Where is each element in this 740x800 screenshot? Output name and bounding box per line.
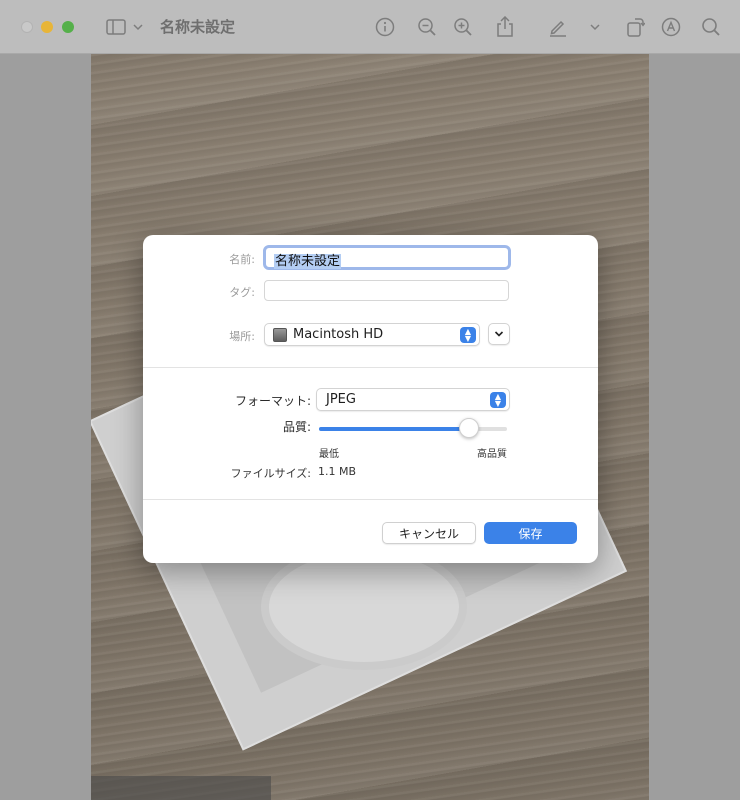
location-value: Macintosh HD [293,327,384,342]
quality-min-label: 最低 [319,449,339,460]
name-value: 名称未設定 [274,254,342,269]
sidebar-icon[interactable] [105,14,127,40]
info-icon[interactable] [374,14,396,40]
expand-button[interactable] [488,323,510,345]
name-field[interactable]: 名称未設定 [263,245,511,270]
minimize-window-button[interactable] [41,21,53,33]
tag-field[interactable] [264,280,509,301]
floor-shadow [91,776,271,800]
hard-disk-icon [273,327,287,342]
markup-pen-icon[interactable] [547,14,569,40]
format-value: JPEG [326,392,356,407]
quality-label: 品質: [282,420,311,434]
divider [143,499,598,500]
save-dialog: 名前: 名称未設定 タグ: 場所: Macintosh HD ▲ ▼ フォーマット… [143,235,598,563]
location-label: 場所: [229,330,255,343]
quality-slider-fill [319,427,470,431]
chevron-down-icon [494,331,504,337]
divider [143,367,598,368]
quality-slider-knob[interactable] [459,418,480,438]
filesize-label: ファイルサイズ: [230,467,311,480]
filesize-value: 1.1 MB [318,465,357,478]
title-bar: 名称未設定 [0,0,740,54]
share-icon[interactable] [494,14,516,40]
up-down-chevron-icon: ▲ ▼ [460,327,476,343]
zoom-out-icon[interactable] [416,14,438,40]
format-popup[interactable]: JPEG ▲ ▼ [316,388,510,411]
zoom-in-icon[interactable] [452,14,474,40]
rotate-icon[interactable] [624,14,646,40]
zoom-window-button[interactable] [62,21,74,33]
chevron-down-icon[interactable] [588,14,602,40]
annotate-icon[interactable] [660,14,682,40]
save-button[interactable]: 保存 [484,522,577,544]
chevron-down-icon[interactable] [131,14,145,40]
close-window-button[interactable] [21,21,33,33]
quality-slider[interactable] [319,418,507,438]
up-down-chevron-icon: ▲ ▼ [490,392,506,408]
format-label: フォーマット: [234,394,311,408]
tag-label: タグ: [229,286,255,299]
search-icon[interactable] [700,14,722,40]
location-popup[interactable]: Macintosh HD ▲ ▼ [264,323,480,346]
window-title: 名称未設定 [160,18,236,36]
name-label: 名前: [229,253,255,266]
quality-max-label: 高品質 [477,449,507,460]
cancel-button[interactable]: キャンセル [382,522,476,544]
